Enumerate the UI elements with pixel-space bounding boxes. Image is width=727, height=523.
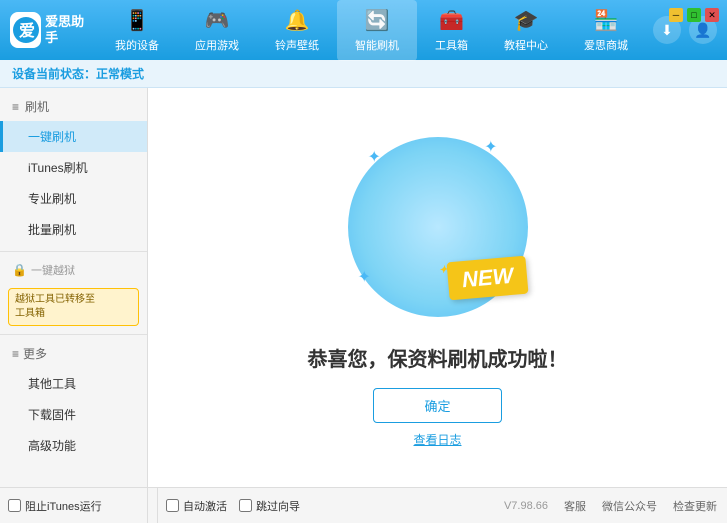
lock-icon: 🔒 [12,263,27,277]
nav-apps-games[interactable]: 🎮 应用游戏 [177,0,257,61]
tour-guide-label[interactable]: 跳过向导 [239,498,300,514]
sidebar-item-pro-flash[interactable]: 专业刷机 [0,183,147,214]
ringtone-icon: 🔔 [285,8,310,33]
block-itunes-label: 阻止iTunes运行 [25,498,102,514]
sidebar-item-one-key-flash[interactable]: 一键刷机 [0,121,147,152]
bottom-right: V7.98.66 客服 微信公众号 检查更新 [504,498,717,514]
smart-flash-icon: 🔄 [365,8,390,33]
sidebar-notice: 越狱工具已转移至工具箱 [8,288,139,326]
store-icon: 🏪 [594,8,619,33]
auto-connect-checkbox[interactable] [166,499,179,512]
app-logo: 爱 爱思助手 [10,12,90,48]
version-label: V7.98.66 [504,500,548,512]
main-content: ✦ ✦ ✦ NEW 恭喜您，保资料刷机成功啦！ 确定 查看日志 [148,88,727,487]
svg-text:爱: 爱 [19,21,35,40]
nav-tools[interactable]: 🧰 工具箱 [417,0,486,61]
tools-icon: 🧰 [439,8,464,33]
tutorial-icon: 🎓 [514,8,539,33]
log-link[interactable]: 查看日志 [413,431,461,448]
customer-service-link[interactable]: 客服 [564,498,586,514]
nav-apps-games-label: 应用游戏 [195,37,239,53]
sidebar-item-download-firmware[interactable]: 下载固件 [0,399,147,430]
sidebar-section-flash: ≡ 刷机 一键刷机 iTunes刷机 专业刷机 批量刷机 [0,92,147,245]
logo-text: 爱思助手 [45,14,90,45]
wechat-link[interactable]: 微信公众号 [602,498,657,514]
auto-connect-label[interactable]: 自动激活 [166,498,227,514]
check-update-link[interactable]: 检查更新 [673,498,717,514]
nav-bar: 📱 我的设备 🎮 应用游戏 🔔 铃声壁纸 🔄 智能刷机 🧰 工具箱 🎓 [90,0,653,61]
sub-header-prefix: 设备当前状态： [12,65,96,82]
sparkle-2: ✦ [484,137,497,157]
sidebar-item-batch-flash[interactable]: 批量刷机 [0,214,147,245]
nav-store[interactable]: 🏪 爱思商城 [566,0,646,61]
sidebar-locked-jailbreak: 🔒 一键越狱 [0,256,147,284]
sidebar-section-flash-title: ≡ 刷机 [0,92,147,121]
nav-my-device-label: 我的设备 [115,37,159,53]
minimize-button[interactable]: ─ [669,8,683,22]
sidebar-divider-2 [0,334,147,335]
logo-icon: 爱 [10,12,41,48]
sub-header-status: 正常模式 [96,65,144,82]
more-section-icon: ≡ [12,347,19,361]
phone-container: ✦ ✦ ✦ NEW [338,127,538,327]
success-illustration: ✦ ✦ ✦ NEW 恭喜您，保资料刷机成功啦！ 确定 查看日志 [308,127,568,448]
sidebar-item-other-tools[interactable]: 其他工具 [0,368,147,399]
block-itunes-bar: 阻止iTunes运行 [0,487,148,523]
block-itunes-checkbox[interactable] [8,499,21,512]
nav-ringtone-label: 铃声壁纸 [275,37,319,53]
sparkle-3: ✦ [358,267,371,287]
nav-ringtone[interactable]: 🔔 铃声壁纸 [257,0,337,61]
nav-tutorial-label: 教程中心 [504,37,548,53]
app-header: 爱 爱思助手 📱 我的设备 🎮 应用游戏 🔔 铃声壁纸 🔄 智能刷机 [0,0,727,60]
maximize-button[interactable]: □ [687,8,701,22]
nav-my-device[interactable]: 📱 我的设备 [97,0,177,61]
tour-guide-checkbox[interactable] [239,499,252,512]
flash-section-icon: ≡ [12,100,19,114]
nav-tutorial[interactable]: 🎓 教程中心 [486,0,566,61]
apps-games-icon: 🎮 [205,8,230,33]
sidebar: ≡ 刷机 一键刷机 iTunes刷机 专业刷机 批量刷机 🔒 [0,88,148,487]
sidebar-item-itunes-flash[interactable]: iTunes刷机 [0,152,147,183]
confirm-button[interactable]: 确定 [373,388,501,423]
sidebar-item-advanced[interactable]: 高级功能 [0,430,147,461]
bottom-actions: 自动激活 跳过向导 [158,498,308,514]
new-badge: NEW [447,256,529,301]
close-button[interactable]: ✕ [705,8,719,22]
nav-tools-label: 工具箱 [435,37,468,53]
my-device-icon: 📱 [125,8,150,33]
window-controls[interactable]: ─ □ ✕ [669,8,719,22]
success-text: 恭喜您，保资料刷机成功啦！ [308,343,568,372]
nav-smart-flash[interactable]: 🔄 智能刷机 [337,0,417,61]
sub-header: 设备当前状态： 正常模式 [0,60,727,88]
main-area: ≡ 刷机 一键刷机 iTunes刷机 专业刷机 批量刷机 🔒 [0,88,727,487]
sidebar-divider-1 [0,251,147,252]
nav-store-label: 爱思商城 [584,37,628,53]
nav-smart-flash-label: 智能刷机 [355,37,399,53]
sidebar-more-title: ≡ 更多 [0,339,147,368]
sparkle-1: ✦ [368,147,381,167]
